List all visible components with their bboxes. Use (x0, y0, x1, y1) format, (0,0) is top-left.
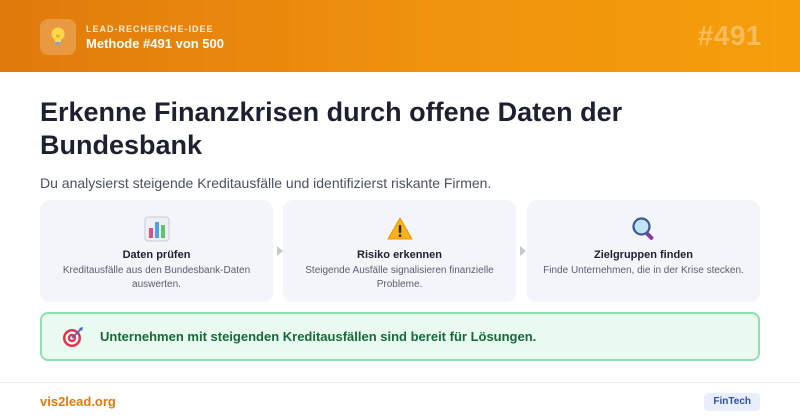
magnifier-icon (631, 216, 657, 242)
lightbulb-icon (40, 19, 76, 55)
warning-icon (387, 216, 413, 242)
step-card-zielgruppen-finden: Zielgruppen finden Finde Unternehmen, di… (527, 200, 760, 302)
header-kicker: LEAD-RECHERCHE-IDEE (86, 24, 214, 34)
step-card-risiko-erkennen: Risiko erkennen Steigende Ausfälle signa… (283, 200, 516, 302)
callout-text: Unternehmen mit steigenden Kreditausfäll… (100, 329, 537, 344)
step-description: Finde Unternehmen, die in der Krise stec… (543, 265, 744, 276)
steps-row: Daten prüfen Kreditausfälle aus den Bund… (40, 200, 760, 302)
page-title: Erkenne Finanzkrisen durch offene Daten … (40, 97, 623, 160)
step-description: Kreditausfälle aus den Bundesbank-Daten … (62, 265, 251, 290)
header-banner: LEAD-RECHERCHE-IDEE Methode #491 von 500… (0, 0, 800, 72)
method-number-watermark: #491 (697, 20, 762, 51)
chevron-right-icon (520, 246, 526, 256)
method-counter: Methode #491 von 500 (86, 36, 224, 51)
category-badge: FinTech (704, 393, 760, 411)
step-title: Zielgruppen finden (594, 249, 693, 261)
footer-divider (0, 382, 800, 383)
step-title: Risiko erkennen (357, 249, 442, 261)
step-description: Steigende Ausfälle signalisieren finanzi… (305, 265, 494, 290)
step-card-daten-pruefen: Daten prüfen Kreditausfälle aus den Bund… (40, 200, 273, 302)
step-title: Daten prüfen (122, 249, 191, 261)
page-subtitle: Du analysierst steigende Kreditausfälle … (40, 175, 492, 191)
target-icon (62, 326, 84, 348)
site-link[interactable]: vis2lead.org (40, 394, 116, 409)
bar-chart-icon (144, 216, 170, 242)
insight-callout: Unternehmen mit steigenden Kreditausfäll… (40, 312, 760, 361)
